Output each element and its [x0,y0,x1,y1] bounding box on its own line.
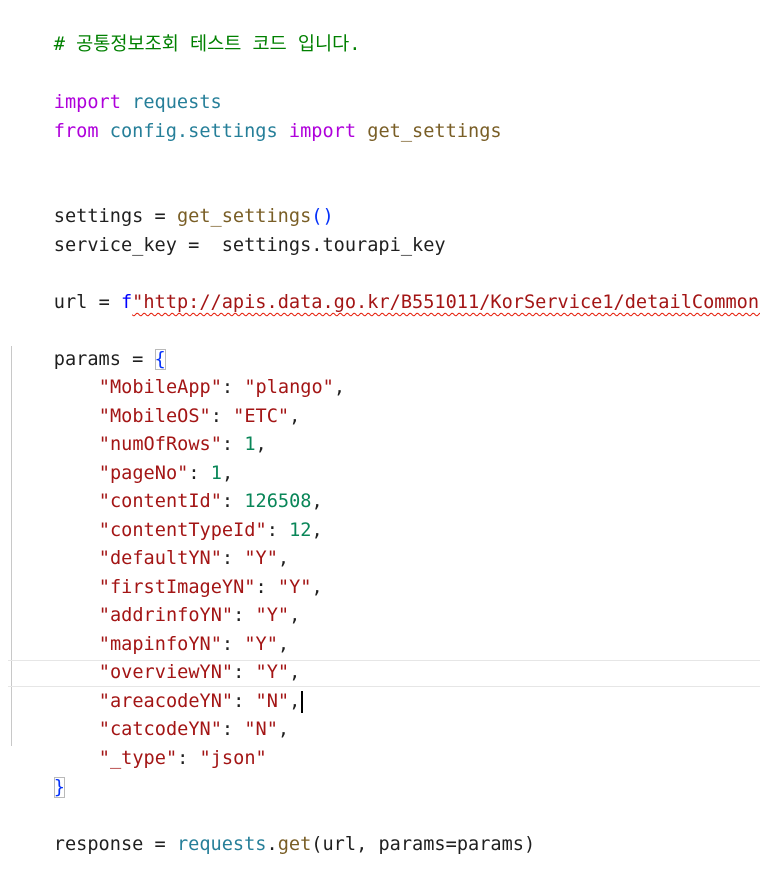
variable-service-key: service_key [53,235,177,256]
module-config-settings: config.settings [109,121,278,142]
code-line-settings[interactable]: settings = get_settings() [9,175,334,227]
param-entry[interactable]: "MobileApp": "plango", [9,346,345,398]
param-comma: , [289,691,301,712]
variable-response: response [53,834,144,855]
param-value: "json" [199,748,267,769]
param-entry[interactable]: "pageNo": 1, [9,432,233,484]
param-entry[interactable]: "addrinfoYN": "Y", [9,574,301,626]
param-comma: , [277,719,290,740]
param-entry[interactable]: "defaultYN": "Y", [9,517,289,569]
code-line-response[interactable]: response = requests.get(url, params=para… [9,803,535,855]
assign-operator: = [87,292,121,313]
keyword-from: from [53,121,99,142]
param-entry[interactable]: "areacodeYN": "N", [9,660,304,713]
param-comma: , [255,434,267,455]
param-value: 12 [289,520,312,541]
code-line-url[interactable]: url = f"http://apis.data.go.kr/B551011/K… [9,261,760,313]
comment-text: # 공통정보조회 테스트 코드 입니다. [53,34,361,55]
fstring-prefix: f [120,292,133,313]
code-line-import-requests[interactable]: import requests [9,61,222,113]
param-entry[interactable]: "numOfRows": 1, [9,403,267,455]
param-entry[interactable]: "catcodeYN": "N", [9,688,289,740]
param-comma: , [311,520,323,541]
code-line-params-close[interactable]: } [9,746,65,798]
param-entry[interactable]: "MobileOS": "ETC", [9,375,301,427]
param-comma: , [289,605,301,626]
param-value: 1 [244,434,256,455]
module-requests: requests [176,834,267,855]
variable-url: url [53,292,88,313]
assign-operator: = [176,235,222,256]
close-brace: } [53,777,65,798]
function-get-settings: get_settings [367,121,502,142]
param-entry[interactable]: "contentTypeId": 12, [9,489,323,541]
assign-operator: = [143,834,177,855]
call-arguments: (url, params=params) [311,834,536,855]
dot-operator: . [266,834,278,855]
param-comma: , [289,406,301,427]
text-cursor [301,690,304,713]
param-entry[interactable]: "_type": "json" [9,717,267,769]
url-string: "http://apis.data.go.kr/B551011/KorServi… [132,292,760,313]
settings-attribute: settings.tourapi_key [221,235,446,256]
param-entry[interactable]: "contentId": 126508, [9,460,323,512]
code-line-comment[interactable]: # 공통정보조회 테스트 코드 입니다. [9,3,361,55]
param-entry[interactable]: "firstImageYN": "Y", [9,546,323,598]
code-line-from-import[interactable]: from config.settings import get_settings [9,90,502,142]
function-get: get [277,834,312,855]
code-line-params-open[interactable]: params = { [9,318,166,370]
param-entry[interactable]: "overviewYN": "Y", [9,631,301,683]
param-comma: , [333,377,346,398]
param-entry[interactable]: "mapinfoYN": "Y", [9,603,289,655]
keyword-import: import [288,121,357,142]
param-comma: , [311,577,323,598]
code-editor[interactable]: # 공통정보조회 테스트 코드 입니다. import requests fro… [0,0,760,855]
code-line-service-key[interactable]: service_key = settings.tourapi_key [9,204,446,256]
param-key: "_type" [98,748,178,769]
